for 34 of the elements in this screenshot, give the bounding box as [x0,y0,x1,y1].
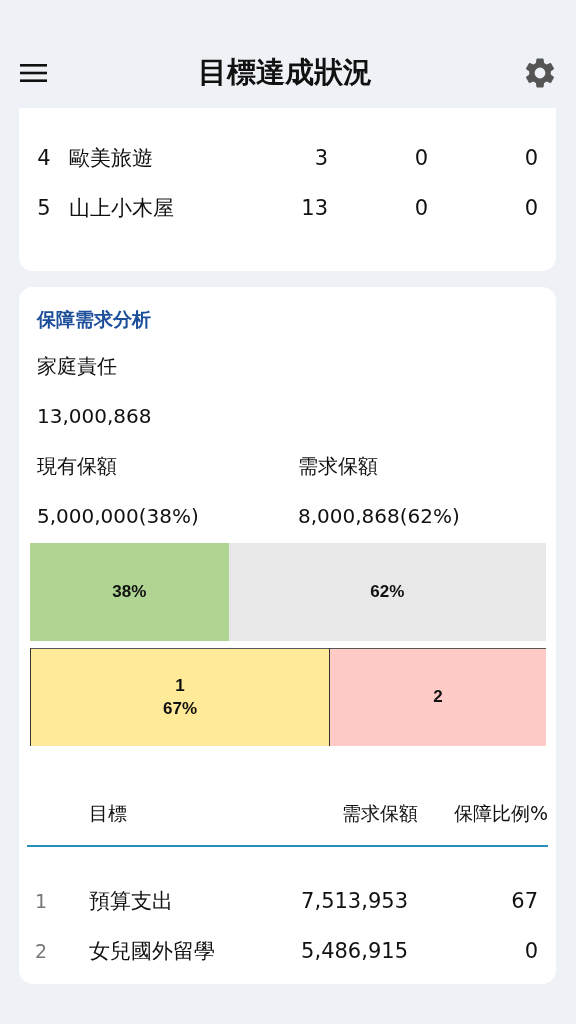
field-label: 需求保額 [297,452,379,480]
goal-name: 女兒國外留學 [89,938,216,965]
row-index: 5 [36,196,52,220]
column-header: 目標 [89,801,128,826]
table-cell-text: 0 [523,196,538,220]
row-index: 1 [34,890,49,912]
field-label: 現有保額 [36,452,118,480]
table-cell-text: 0 [413,146,428,170]
field-value: 5,000,000(38%) [36,503,200,530]
table-cell-text: 13 [300,196,328,220]
table-cell-text: 0 [413,196,428,220]
goal-name: 山上小木屋 [69,195,175,222]
table-cell-text: 7,513,953 [300,889,408,913]
table-cell-text: 3 [313,146,328,170]
menu-icon[interactable] [20,63,47,83]
goal-name: 歐美旅遊 [69,145,154,172]
section-title: 保障需求分析 [35,307,152,332]
coverage-segment: 62% [228,543,546,641]
table-cell-text: 0 [523,146,538,170]
table-cell-text: 67 [510,889,538,913]
row-index: 2 [34,940,49,962]
table-cell-text: 5,486,915 [300,939,408,963]
goal-block: 2 [330,648,546,746]
field-value: 13,000,868 [36,403,153,430]
row-index: 4 [36,146,52,170]
coverage-segment: 38% [30,543,229,641]
table-cell-text: 0 [523,939,538,963]
field-value: 8,000,868(62%) [297,503,461,530]
field-label: 家庭責任 [36,352,118,380]
goal-name: 預算支出 [89,888,174,915]
column-header: 保障比例% [452,801,548,826]
column-header: 需求保額 [341,801,418,826]
goal-block: 1 67% [30,648,331,746]
page-title: 目標達成狀況 [197,54,372,91]
